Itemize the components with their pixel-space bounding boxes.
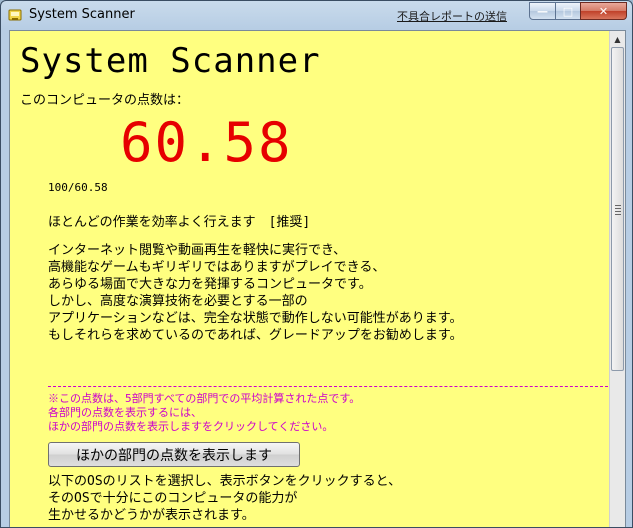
score-label: このコンピュータの点数は： [20, 93, 190, 108]
dashed-divider [48, 386, 608, 387]
minimize-icon: — [537, 4, 548, 18]
description-line: アプリケーションなどは、完全な状態で動作しない可能性があります。 [48, 311, 463, 326]
title-bar[interactable]: System Scanner 不具合レポートの送信 — □ ✕ [1, 1, 632, 29]
description-line: もしそれらを求めているのであれば、グレードアップをお勧めします。 [48, 328, 463, 343]
description-line: あらゆる場面で大きな力を発揮するコンピュータです。 [48, 277, 372, 292]
grip-line [615, 214, 621, 215]
os-description-line: 以下のOSのリストを選択し、表示ボタンをクリックすると、 [48, 474, 402, 489]
minimize-button[interactable]: — [529, 2, 556, 20]
note-line: ほかの部門の点数を表示しますをクリックしてください。 [48, 420, 334, 433]
vertical-scrollbar[interactable]: ▲ [609, 31, 625, 527]
scrollbar-thumb[interactable] [611, 47, 624, 371]
description-line: しかし、高度な演算技術を必要とする一部の [48, 294, 308, 309]
note-line: 各部門の点数を表示するには、 [48, 406, 202, 419]
os-description-block: 以下のOSのリストを選択し、表示ボタンをクリックすると、 そのOSで十分にこのコ… [48, 473, 401, 524]
app-window: System Scanner 不具合レポートの送信 — □ ✕ System S… [0, 0, 633, 528]
note-block: ※この点数は、5部門すべての部門での平均計算された点です。 各部門の点数を表示す… [48, 392, 360, 434]
scroll-up-arrow-icon: ▲ [614, 34, 621, 44]
grip-line [615, 208, 621, 209]
description-block: インターネット閲覧や動画再生を軽快に実行でき、 高機能なゲームもギリギリではあり… [48, 242, 463, 344]
scroll-up-button[interactable]: ▲ [610, 31, 625, 47]
show-other-scores-button[interactable]: ほかの部門の点数を表示します [48, 442, 300, 467]
grip-line [615, 211, 621, 212]
os-description-line: そのOSで十分にこのコンピュータの能力が [48, 491, 298, 506]
verdict-text: ほとんどの作業を効率よく行えます [推奨] [48, 215, 311, 230]
score-value: 60.58 [120, 111, 293, 174]
close-icon: ✕ [598, 4, 609, 18]
maximize-button[interactable]: □ [555, 2, 581, 20]
client-area: System Scanner このコンピュータの点数は： 60.58 100/6… [9, 30, 626, 527]
os-description-line: 生かせるかどうかが表示されます。 [48, 508, 255, 523]
bug-report-link[interactable]: 不具合レポートの送信 [397, 8, 507, 24]
description-line: インターネット閲覧や動画再生を軽快に実行でき、 [48, 243, 347, 258]
maximize-icon: □ [562, 4, 574, 18]
app-icon [8, 9, 22, 21]
content-panel: System Scanner このコンピュータの点数は： 60.58 100/6… [10, 31, 610, 527]
score-ratio: 100/60.58 [48, 181, 108, 194]
app-heading: System Scanner [20, 41, 321, 81]
close-button[interactable]: ✕ [580, 2, 627, 20]
window-title: System Scanner [29, 7, 135, 22]
grip-line [615, 205, 621, 206]
description-line: 高機能なゲームもギリギリではありますがプレイできる、 [48, 260, 386, 275]
note-line: ※この点数は、5部門すべての部門での平均計算された点です。 [48, 392, 361, 405]
